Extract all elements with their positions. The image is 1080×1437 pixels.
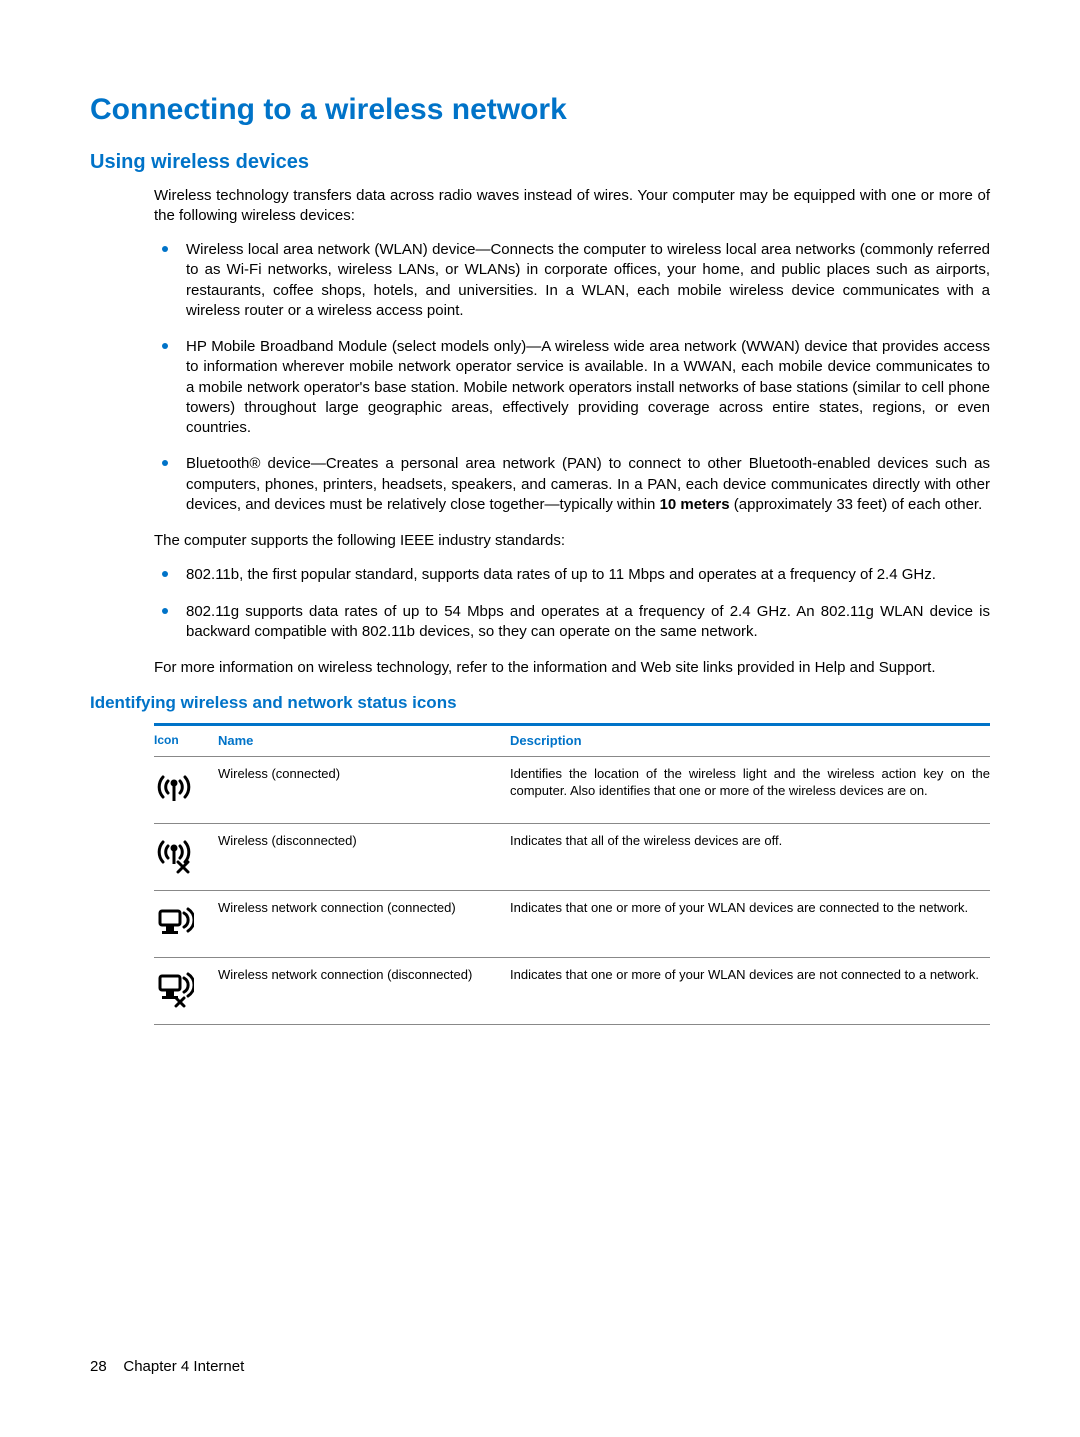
table-header-row: Icon Name Description (154, 726, 990, 757)
status-icons-table: Icon Name Description (154, 723, 990, 1025)
icon-description: Indicates that all of the wireless devic… (510, 832, 990, 850)
list-item: HP Mobile Broadband Module (select model… (186, 337, 990, 438)
more-info-paragraph: For more information on wireless technol… (154, 658, 990, 678)
table-row: Wireless network connection (connected) … (154, 891, 990, 958)
table-header-icon: Icon (154, 732, 218, 750)
bold-text: 10 meters (660, 496, 730, 513)
standards-intro: The computer supports the following IEEE… (154, 531, 990, 551)
list-item: 802.11b, the first popular standard, sup… (186, 565, 990, 585)
icon-description: Identifies the location of the wireless … (510, 765, 990, 800)
icon-description: Indicates that one or more of your WLAN … (510, 966, 990, 984)
wlan-connected-icon (154, 901, 194, 941)
section-identifying-icons: Identifying wireless and network status … (90, 692, 990, 715)
standards-list: 802.11b, the first popular standard, sup… (186, 565, 990, 642)
icon-name: Wireless (connected) (218, 765, 510, 783)
intro-paragraph: Wireless technology transfers data acros… (154, 186, 990, 227)
list-item: Bluetooth® device—Creates a personal are… (186, 454, 990, 515)
table-header-name: Name (218, 732, 510, 750)
page-number: 28 (90, 1358, 107, 1375)
page-footer: 28 Chapter 4 Internet (90, 1357, 244, 1377)
table-row: Wireless network connection (disconnecte… (154, 958, 990, 1025)
icon-description: Indicates that one or more of your WLAN … (510, 899, 990, 917)
wireless-on-icon (154, 767, 194, 807)
table-row: Wireless (disconnected) Indicates that a… (154, 824, 990, 891)
chapter-label: Chapter 4 Internet (123, 1358, 244, 1375)
wireless-off-icon (154, 834, 194, 874)
wireless-device-list: Wireless local area network (WLAN) devic… (186, 240, 990, 515)
list-item: 802.11g supports data rates of up to 54 … (186, 602, 990, 643)
section-using-wireless-devices: Using wireless devices (90, 149, 990, 176)
text-fragment: (approximately 33 feet) of each other. (730, 496, 983, 513)
icon-name: Wireless (disconnected) (218, 832, 510, 850)
wlan-disconnected-icon (154, 968, 194, 1008)
icon-name: Wireless network connection (disconnecte… (218, 966, 510, 984)
table-header-description: Description (510, 732, 990, 750)
table-row: Wireless (connected) Identifies the loca… (154, 757, 990, 824)
page-title: Connecting to a wireless network (90, 90, 990, 131)
list-item: Wireless local area network (WLAN) devic… (186, 240, 990, 321)
icon-name: Wireless network connection (connected) (218, 899, 510, 917)
